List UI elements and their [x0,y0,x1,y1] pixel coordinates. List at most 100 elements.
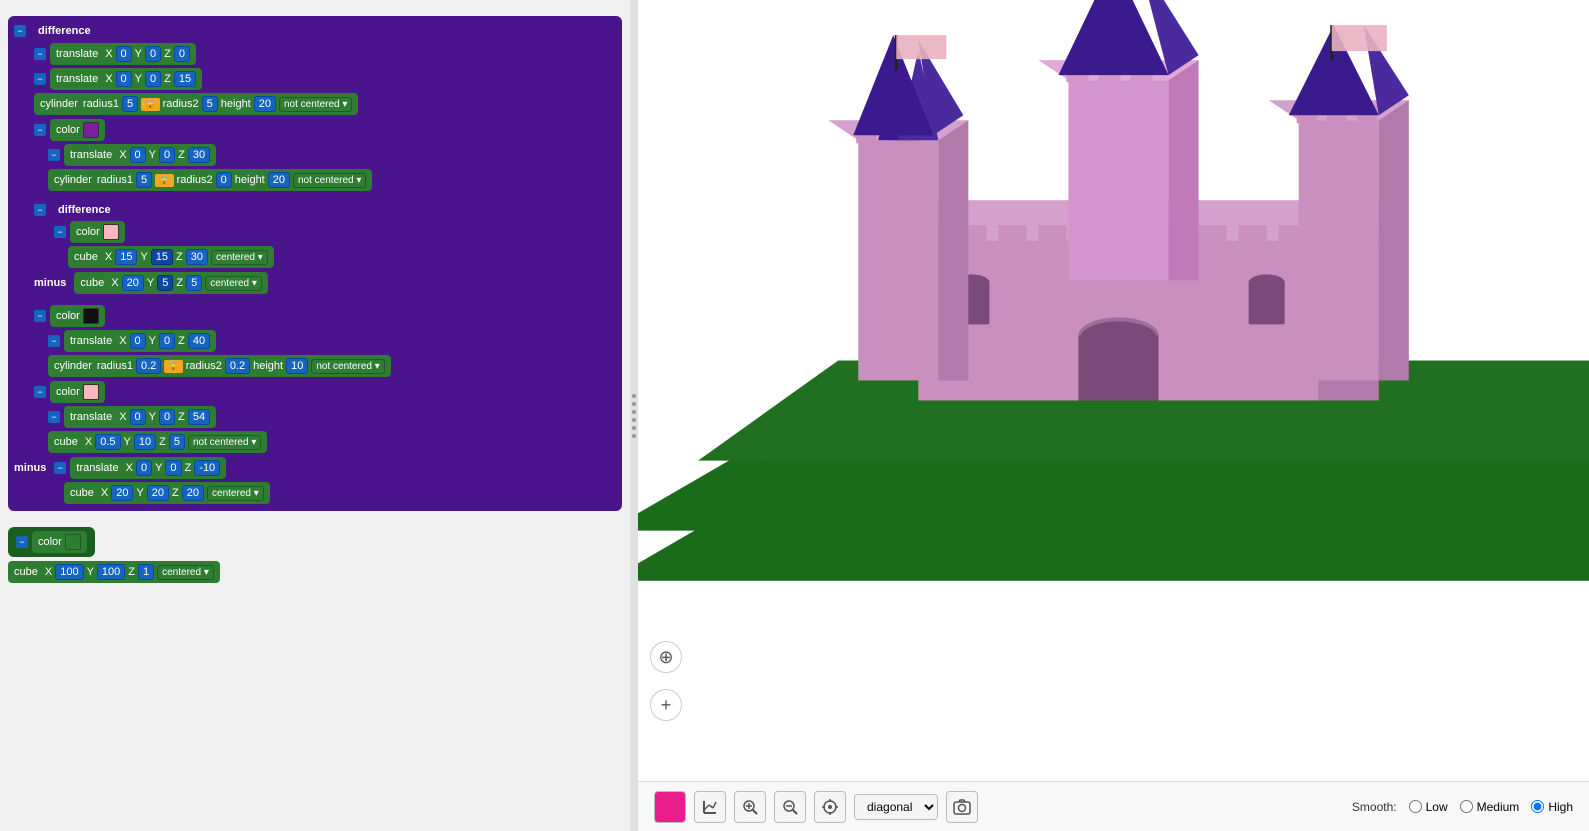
color-picker-btn[interactable] [654,791,686,823]
t5-z[interactable]: 54 [188,409,210,425]
collapse-btn-t3[interactable]: − [48,149,60,161]
cyl1-h[interactable]: 20 [254,96,276,112]
lock-icon-2[interactable]: 🔒 [155,174,173,187]
graph-icon [701,798,719,816]
t3-y[interactable]: 0 [159,147,175,163]
smooth-medium-radio[interactable] [1460,800,1473,813]
color-row-2: − color [54,221,610,243]
lock-icon-1[interactable]: 🔒 [141,98,159,111]
t2-z[interactable]: 15 [174,71,196,87]
smooth-low-label: Low [1426,800,1448,814]
floor-cube-block: cube X 100 Y 100 Z 1 centered ▾ [8,561,220,583]
cube1-x[interactable]: 15 [115,249,137,265]
cube1-z[interactable]: 30 [186,249,208,265]
cyl3-centered-dropdown[interactable]: not centered ▾ [311,359,384,374]
collapse-btn-inner-diff[interactable]: − [34,204,46,216]
minus-row-1: minus cube X 20 Y 5 Z 5 centered ▾ [34,272,610,294]
minus-cube1-x[interactable]: 20 [122,275,144,291]
t1-z[interactable]: 0 [174,46,190,62]
floor-cube-x[interactable]: 100 [55,564,83,580]
collapse-btn-color2[interactable]: − [54,226,66,238]
color-swatch-4[interactable] [83,384,99,400]
cube1-y[interactable]: 15 [151,249,173,265]
collapse-btn-t5[interactable]: − [48,411,60,423]
cube2-y[interactable]: 10 [134,434,156,450]
minus-t-x[interactable]: 0 [136,460,152,476]
floor-cube-centered-dropdown[interactable]: centered ▾ [157,565,214,580]
smooth-low-radio[interactable] [1409,800,1422,813]
cyl2-centered-dropdown[interactable]: not centered ▾ [293,173,366,188]
cube2-centered-dropdown[interactable]: not centered ▾ [188,435,261,450]
collapse-btn-color4[interactable]: − [34,386,46,398]
cube2-z[interactable]: 5 [169,434,185,450]
smooth-high-option[interactable]: High [1531,800,1573,814]
floor-cube-z[interactable]: 1 [138,564,154,580]
minus-cube1-y[interactable]: 5 [157,275,173,291]
3d-viewport[interactable]: ⊕ + [638,0,1589,781]
collapse-btn-difference[interactable]: − [14,25,26,37]
minus-t-y[interactable]: 0 [165,460,181,476]
difference-header-row: − difference [14,23,616,39]
cyl3-h[interactable]: 10 [286,358,308,374]
collapse-btn-t4[interactable]: − [48,335,60,347]
floor-cube-y[interactable]: 100 [97,564,125,580]
minus-cube2-z[interactable]: 20 [182,485,204,501]
lock-icon-3[interactable]: 🔒 [164,360,182,373]
minus-cube2-y[interactable]: 20 [147,485,169,501]
t1-x[interactable]: 0 [116,46,132,62]
view-angle-select[interactable]: diagonal [854,794,938,820]
zoom-in-btn[interactable] [734,791,766,823]
t2-y[interactable]: 0 [145,71,161,87]
collapse-btn-floor-color[interactable]: − [16,536,28,548]
floor-color-block: − color [8,527,95,557]
cyl2-h[interactable]: 20 [268,172,290,188]
translate-block-1: translate X 0 Y 0 Z 0 [50,43,196,65]
t5-x[interactable]: 0 [130,409,146,425]
cube1-centered-dropdown[interactable]: centered ▾ [211,250,268,265]
smooth-low-option[interactable]: Low [1409,800,1448,814]
translate-block-2: translate X 0 Y 0 Z 15 [50,68,202,90]
cyl3-r1[interactable]: 0.2 [136,358,161,374]
color-swatch-3[interactable] [83,308,99,324]
minus-cube2-centered-dropdown[interactable]: centered ▾ [207,486,264,501]
t4-y[interactable]: 0 [159,333,175,349]
t4-z[interactable]: 40 [188,333,210,349]
cyl2-r2[interactable]: 0 [216,172,232,188]
collapse-btn-color1[interactable]: − [34,124,46,136]
t2-x[interactable]: 0 [116,71,132,87]
color-swatch-1[interactable] [83,122,99,138]
t3-x[interactable]: 0 [130,147,146,163]
cube2-x[interactable]: 0.5 [95,434,120,450]
collapse-btn-minus2[interactable]: − [54,462,66,474]
collapse-btn-color3[interactable]: − [34,310,46,322]
cyl1-centered-dropdown[interactable]: not centered ▾ [279,97,352,112]
cyl3-r2[interactable]: 0.2 [225,358,250,374]
cyl1-r2[interactable]: 5 [202,96,218,112]
t5-y[interactable]: 0 [159,409,175,425]
smooth-high-radio[interactable] [1531,800,1544,813]
difference-block: − difference − translate X 0 Y 0 Z 0 − t… [8,16,622,511]
smooth-medium-option[interactable]: Medium [1460,800,1520,814]
cylinder-block-2: cylinder radius1 5 🔒 radius2 0 height 20… [48,169,372,191]
translate-block-3: translate X 0 Y 0 Z 30 [64,144,216,166]
collapse-btn-t1[interactable]: − [34,48,46,60]
zoom-out-btn[interactable] [774,791,806,823]
t4-x[interactable]: 0 [130,333,146,349]
floor-color-swatch[interactable] [65,534,81,550]
reset-view-btn[interactable] [814,791,846,823]
minus-t-z[interactable]: -10 [194,460,220,476]
color-swatch-2[interactable] [103,224,119,240]
minus-cube1-centered-dropdown[interactable]: centered ▾ [205,276,262,291]
cylinder-row-3: cylinder radius1 0.2 🔒 radius2 0.2 heigh… [48,355,616,377]
cyl2-r1[interactable]: 5 [136,172,152,188]
cyl1-r1[interactable]: 5 [122,96,138,112]
screenshot-btn[interactable] [946,791,978,823]
graph-icon-btn[interactable] [694,791,726,823]
collapse-btn-t2[interactable]: − [34,73,46,85]
minus-cube1-z[interactable]: 5 [186,275,202,291]
t3-z[interactable]: 30 [188,147,210,163]
translate-row-5: − translate X 0 Y 0 Z 54 [48,406,616,428]
minus-cube2-x[interactable]: 20 [111,485,133,501]
panel-divider[interactable] [630,0,638,831]
t1-y[interactable]: 0 [145,46,161,62]
